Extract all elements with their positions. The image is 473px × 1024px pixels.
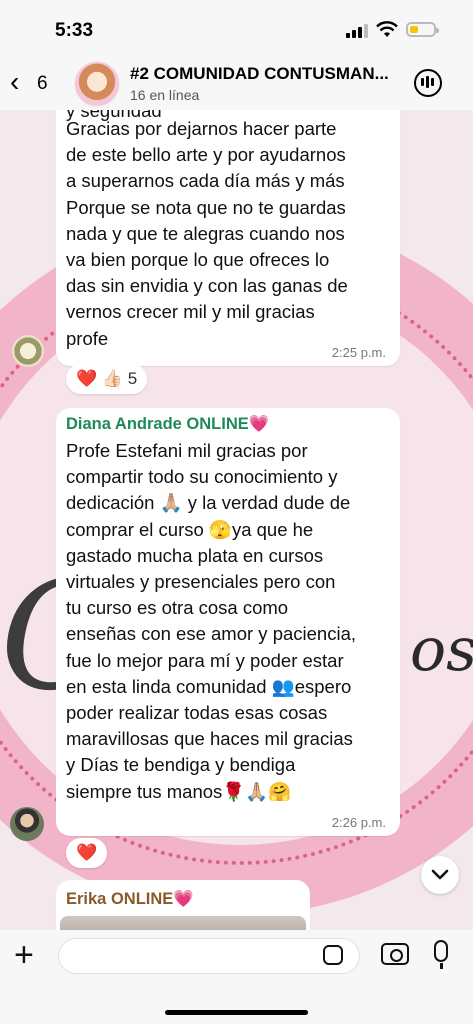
microphone-icon[interactable] bbox=[434, 940, 448, 962]
microphone-stand bbox=[440, 963, 443, 969]
status-bar: 5:33 bbox=[0, 0, 473, 58]
sender-avatar[interactable] bbox=[12, 335, 44, 367]
group-avatar[interactable] bbox=[74, 61, 120, 107]
group-call-icon[interactable] bbox=[414, 69, 442, 97]
group-title[interactable]: #2 COMUNIDAD CONTUSMAN... bbox=[130, 64, 389, 84]
message-time: 2:26 p.m. bbox=[331, 815, 386, 830]
battery-icon bbox=[406, 22, 439, 37]
home-indicator bbox=[165, 1010, 308, 1015]
message-sender[interactable]: Erika ONLINE💗 bbox=[66, 890, 194, 909]
online-count: 16 en línea bbox=[130, 87, 200, 103]
chevron-down-icon bbox=[431, 869, 449, 880]
chat-header: ‹ 6 #2 COMUNIDAD CONTUSMAN... 16 en líne… bbox=[0, 58, 473, 110]
message-bubble[interactable]: y seguridad Gracias por dejarnos hacer p… bbox=[56, 110, 400, 366]
scroll-to-bottom-button[interactable] bbox=[421, 856, 459, 894]
message-reactions[interactable]: ❤️ 👍🏻 5 bbox=[66, 364, 148, 394]
message-input[interactable] bbox=[58, 938, 360, 974]
message-text: Profe Estefani mil gracias por compartir… bbox=[66, 440, 357, 802]
message-list[interactable]: y seguridad Gracias por dejarnos hacer p… bbox=[0, 110, 473, 930]
sticker-icon[interactable] bbox=[323, 945, 343, 965]
message-sender[interactable]: Diana Andrade ONLINE💗 bbox=[66, 415, 269, 434]
message-bubble[interactable]: Erika ONLINE💗 bbox=[56, 880, 310, 930]
message-reactions[interactable]: ❤️ bbox=[66, 838, 108, 868]
message-composer: + bbox=[0, 930, 473, 1024]
message-time: 2:25 p.m. bbox=[331, 345, 386, 360]
cellular-signal-icon bbox=[346, 24, 368, 38]
message-bubble[interactable]: Diana Andrade ONLINE💗 Profe Estefani mil… bbox=[56, 408, 400, 836]
attach-plus-icon[interactable]: + bbox=[14, 938, 34, 972]
message-image-preview[interactable] bbox=[60, 916, 306, 930]
message-text: Gracias por dejarnos hacer parte de este… bbox=[66, 118, 348, 349]
wifi-icon bbox=[376, 21, 398, 37]
sender-avatar[interactable] bbox=[10, 807, 44, 841]
unread-count[interactable]: 6 bbox=[37, 73, 48, 95]
camera-icon[interactable] bbox=[381, 943, 409, 965]
status-time: 5:33 bbox=[55, 20, 94, 41]
back-chevron-icon[interactable]: ‹ bbox=[10, 68, 19, 96]
